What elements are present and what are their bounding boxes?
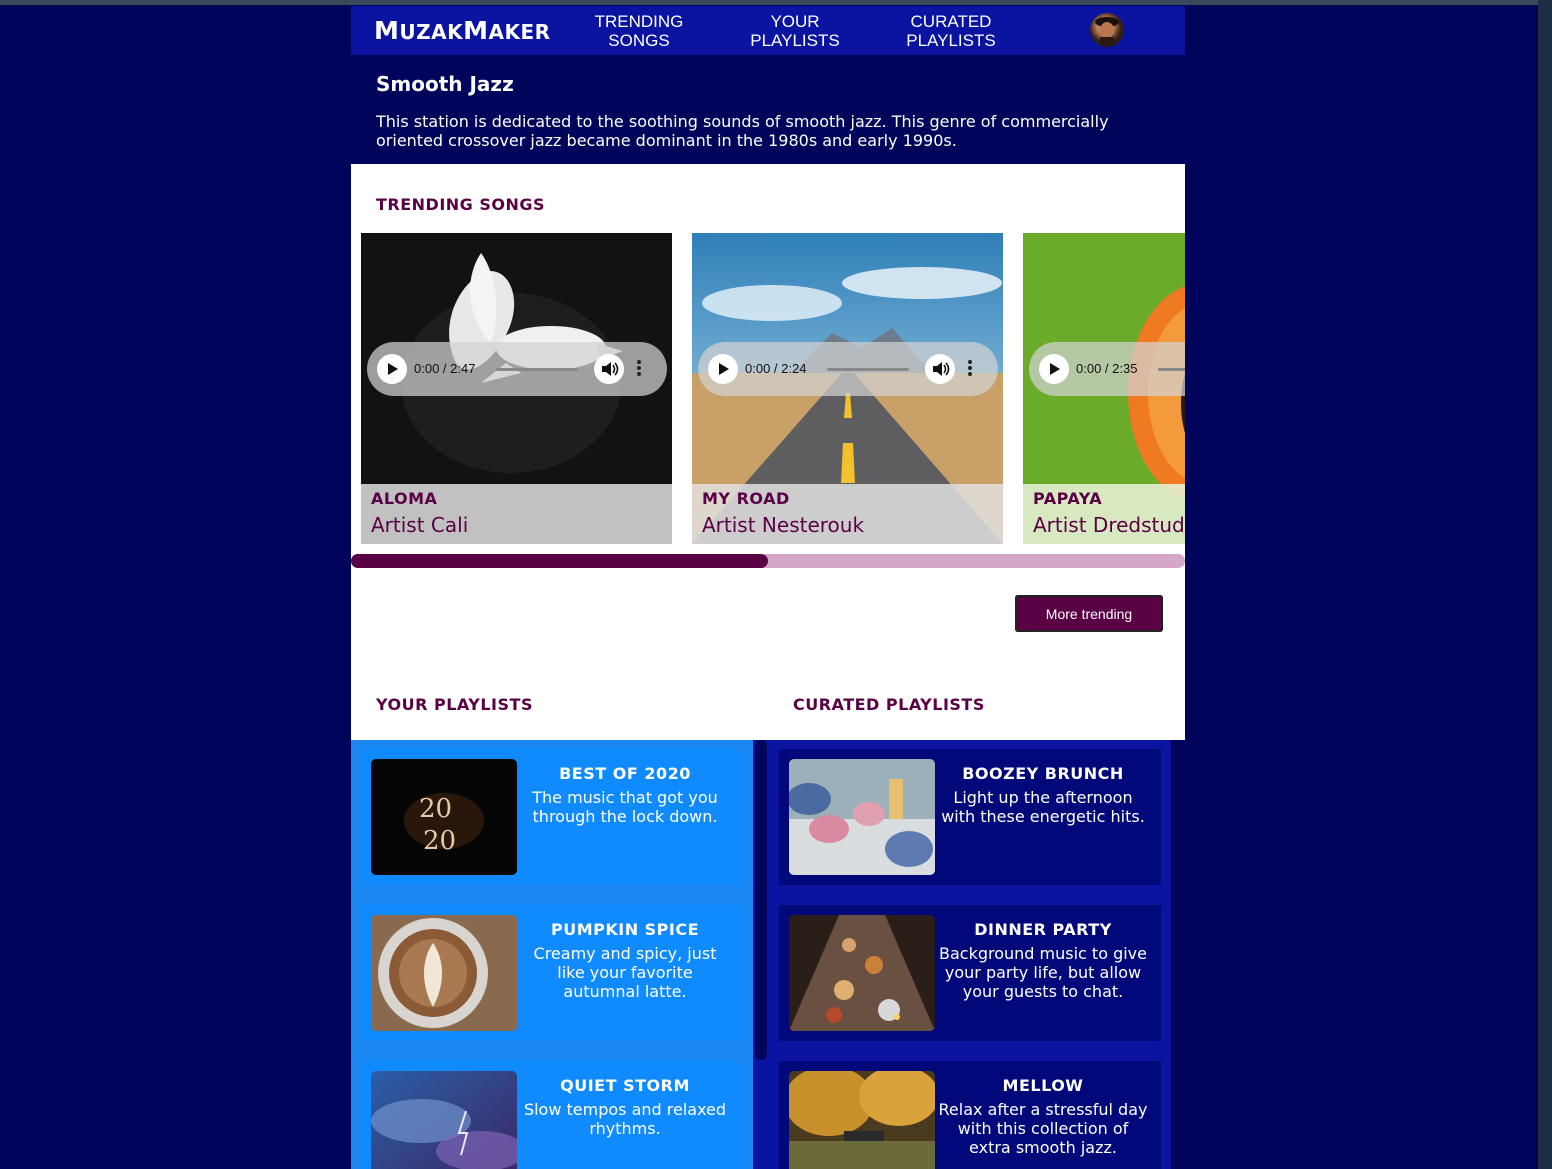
playlist-image (371, 1071, 517, 1169)
nav-link-line: YOUR (770, 12, 820, 31)
play-button[interactable] (377, 354, 407, 384)
scroll-thumb[interactable] (755, 740, 767, 1060)
playlist-title: QUIET STORM (560, 1076, 690, 1095)
playlist-title: BOOZEY BRUNCH (962, 764, 1124, 783)
seek-bar[interactable] (496, 368, 578, 371)
curated-playlists-heading: CURATED PLAYLISTS (793, 695, 985, 714)
song-artist: Artist Cali (371, 513, 469, 537)
play-icon (1050, 363, 1060, 375)
playlist-description: Background music to give your party life… (939, 944, 1147, 1001)
window-top-border (0, 0, 1552, 5)
page: MUZAKMAKER TRENDING SONGS YOUR PLAYLISTS… (351, 6, 1185, 1169)
audio-player: 0:00 / 2:35 (1029, 342, 1185, 396)
song-artist: Artist Nesterouk (702, 513, 865, 537)
player-time: 0:00 / 2:24 (745, 361, 807, 376)
volume-icon (602, 362, 619, 376)
logo-letter: M (374, 16, 400, 45)
player-time: 0:00 / 2:35 (1076, 361, 1138, 376)
playlist-card[interactable]: QUIET STORM Slow tempos and relaxed rhyt… (361, 1061, 743, 1169)
playlist-image (371, 915, 517, 1031)
song-title: PAPAYA (1033, 489, 1103, 508)
nav-link-curated-playlists[interactable]: CURATED PLAYLISTS (876, 12, 1026, 50)
playlist-description: Creamy and spicy, just like your favorit… (533, 944, 717, 1001)
playlist-description: The music that got you through the lock … (532, 788, 718, 826)
carousel-scroll-thumb[interactable] (351, 554, 768, 568)
playlist-card[interactable]: DINNER PARTY Background music to give yo… (779, 905, 1161, 1041)
audio-player: 0:00 / 2:24 (698, 342, 998, 396)
svg-text:20: 20 (419, 794, 452, 824)
play-icon (388, 363, 398, 375)
more-options-icon[interactable] (635, 358, 643, 380)
nav-link-line: SONGS (608, 31, 670, 50)
song-info: MY ROAD Artist Nesterouk (692, 484, 1003, 544)
playlist-description: Relax after a stressful day with this co… (938, 1100, 1148, 1157)
playlist-title: PUMPKIN SPICE (550, 920, 700, 939)
station-header: Smooth Jazz This station is dedicated to… (351, 55, 1185, 164)
window-right-edge (1536, 5, 1538, 1169)
nav-link-line: PLAYLISTS (906, 31, 996, 50)
trending-carousel[interactable]: 0:00 / 2:47 ALOMA Artist Cali 0:00 / 2:2… (361, 233, 1185, 544)
more-options-icon[interactable] (966, 358, 974, 380)
playlist-image (789, 759, 935, 875)
playlist-description: Light up the afternoon with these energe… (941, 788, 1145, 826)
song-artist: Artist Dredstudio (1033, 513, 1185, 537)
playlist-card[interactable]: BOOZEY BRUNCH Light up the afternoon wit… (779, 749, 1161, 885)
nav-link-line: CURATED (910, 12, 992, 31)
seek-bar[interactable] (1158, 368, 1185, 371)
playlist-image (789, 1071, 935, 1169)
curated-playlists-scrollbar[interactable] (1171, 740, 1185, 1060)
station-title: Smooth Jazz (376, 72, 514, 96)
more-trending-button[interactable]: More trending (1015, 595, 1163, 632)
song-title: MY ROAD (702, 489, 790, 508)
trending-songs-heading: TRENDING SONGS (376, 195, 546, 214)
play-icon (719, 363, 729, 375)
playlist-card[interactable]: PUMPKIN SPICE Creamy and spicy, just lik… (361, 905, 743, 1041)
window-right-scrollbar[interactable] (1538, 0, 1552, 1169)
carousel-scrollbar[interactable] (351, 554, 1185, 568)
song-card[interactable]: 0:00 / 2:35 PAPAYA Artist Dredstudio (1023, 233, 1185, 544)
avatar[interactable] (1090, 13, 1124, 47)
your-playlists-scrollbar[interactable] (753, 740, 769, 1169)
your-playlists-heading: YOUR PLAYLISTS (376, 695, 533, 714)
seek-bar[interactable] (827, 368, 909, 371)
volume-icon (933, 362, 950, 376)
song-title: ALOMA (371, 489, 438, 508)
playlist-image (789, 915, 935, 1031)
playlist-title: BEST OF 2020 (559, 764, 691, 783)
playlist-image: 20 20 (371, 759, 517, 875)
nav-link-your-playlists[interactable]: YOUR PLAYLISTS (720, 12, 870, 50)
your-playlists-list: 20 20 BEST OF 2020 The music that got yo… (351, 740, 753, 1169)
top-nav: MUZAKMAKER TRENDING SONGS YOUR PLAYLISTS… (351, 6, 1185, 55)
avatar-icon (1095, 17, 1119, 47)
nav-link-line: TRENDING (594, 12, 684, 31)
playlist-title: DINNER PARTY (974, 920, 1112, 939)
audio-player: 0:00 / 2:47 (367, 342, 667, 396)
station-description: This station is dedicated to the soothin… (376, 112, 1109, 150)
play-button[interactable] (708, 354, 738, 384)
nav-link-trending-songs[interactable]: TRENDING SONGS (564, 12, 714, 50)
logo-part: AKER (488, 20, 551, 44)
playlist-card[interactable]: MELLOW Relax after a stressful day with … (779, 1061, 1161, 1169)
playlist-title: MELLOW (1002, 1076, 1084, 1095)
app-logo[interactable]: MUZAKMAKER (374, 16, 551, 45)
content-section: TRENDING SONGS 0:00 / 2:47 ALOMA Artist … (351, 164, 1185, 740)
play-button[interactable] (1039, 354, 1069, 384)
song-info: PAPAYA Artist Dredstudio (1023, 484, 1185, 544)
song-info: ALOMA Artist Cali (361, 484, 672, 544)
playlist-description: Slow tempos and relaxed rhythms. (523, 1100, 727, 1138)
volume-button[interactable] (925, 354, 955, 384)
player-time: 0:00 / 2:47 (414, 361, 476, 376)
song-card[interactable]: 0:00 / 2:47 ALOMA Artist Cali (361, 233, 672, 544)
logo-letter: M (463, 16, 489, 45)
curated-playlists-list: BOOZEY BRUNCH Light up the afternoon wit… (769, 740, 1171, 1169)
playlist-card[interactable]: 20 20 BEST OF 2020 The music that got yo… (361, 749, 743, 885)
nav-link-line: PLAYLISTS (750, 31, 840, 50)
logo-part: UZAK (399, 20, 464, 44)
volume-button[interactable] (594, 354, 624, 384)
song-card[interactable]: 0:00 / 2:24 MY ROAD Artist Nesterouk (692, 233, 1003, 544)
svg-text:20: 20 (423, 826, 456, 856)
